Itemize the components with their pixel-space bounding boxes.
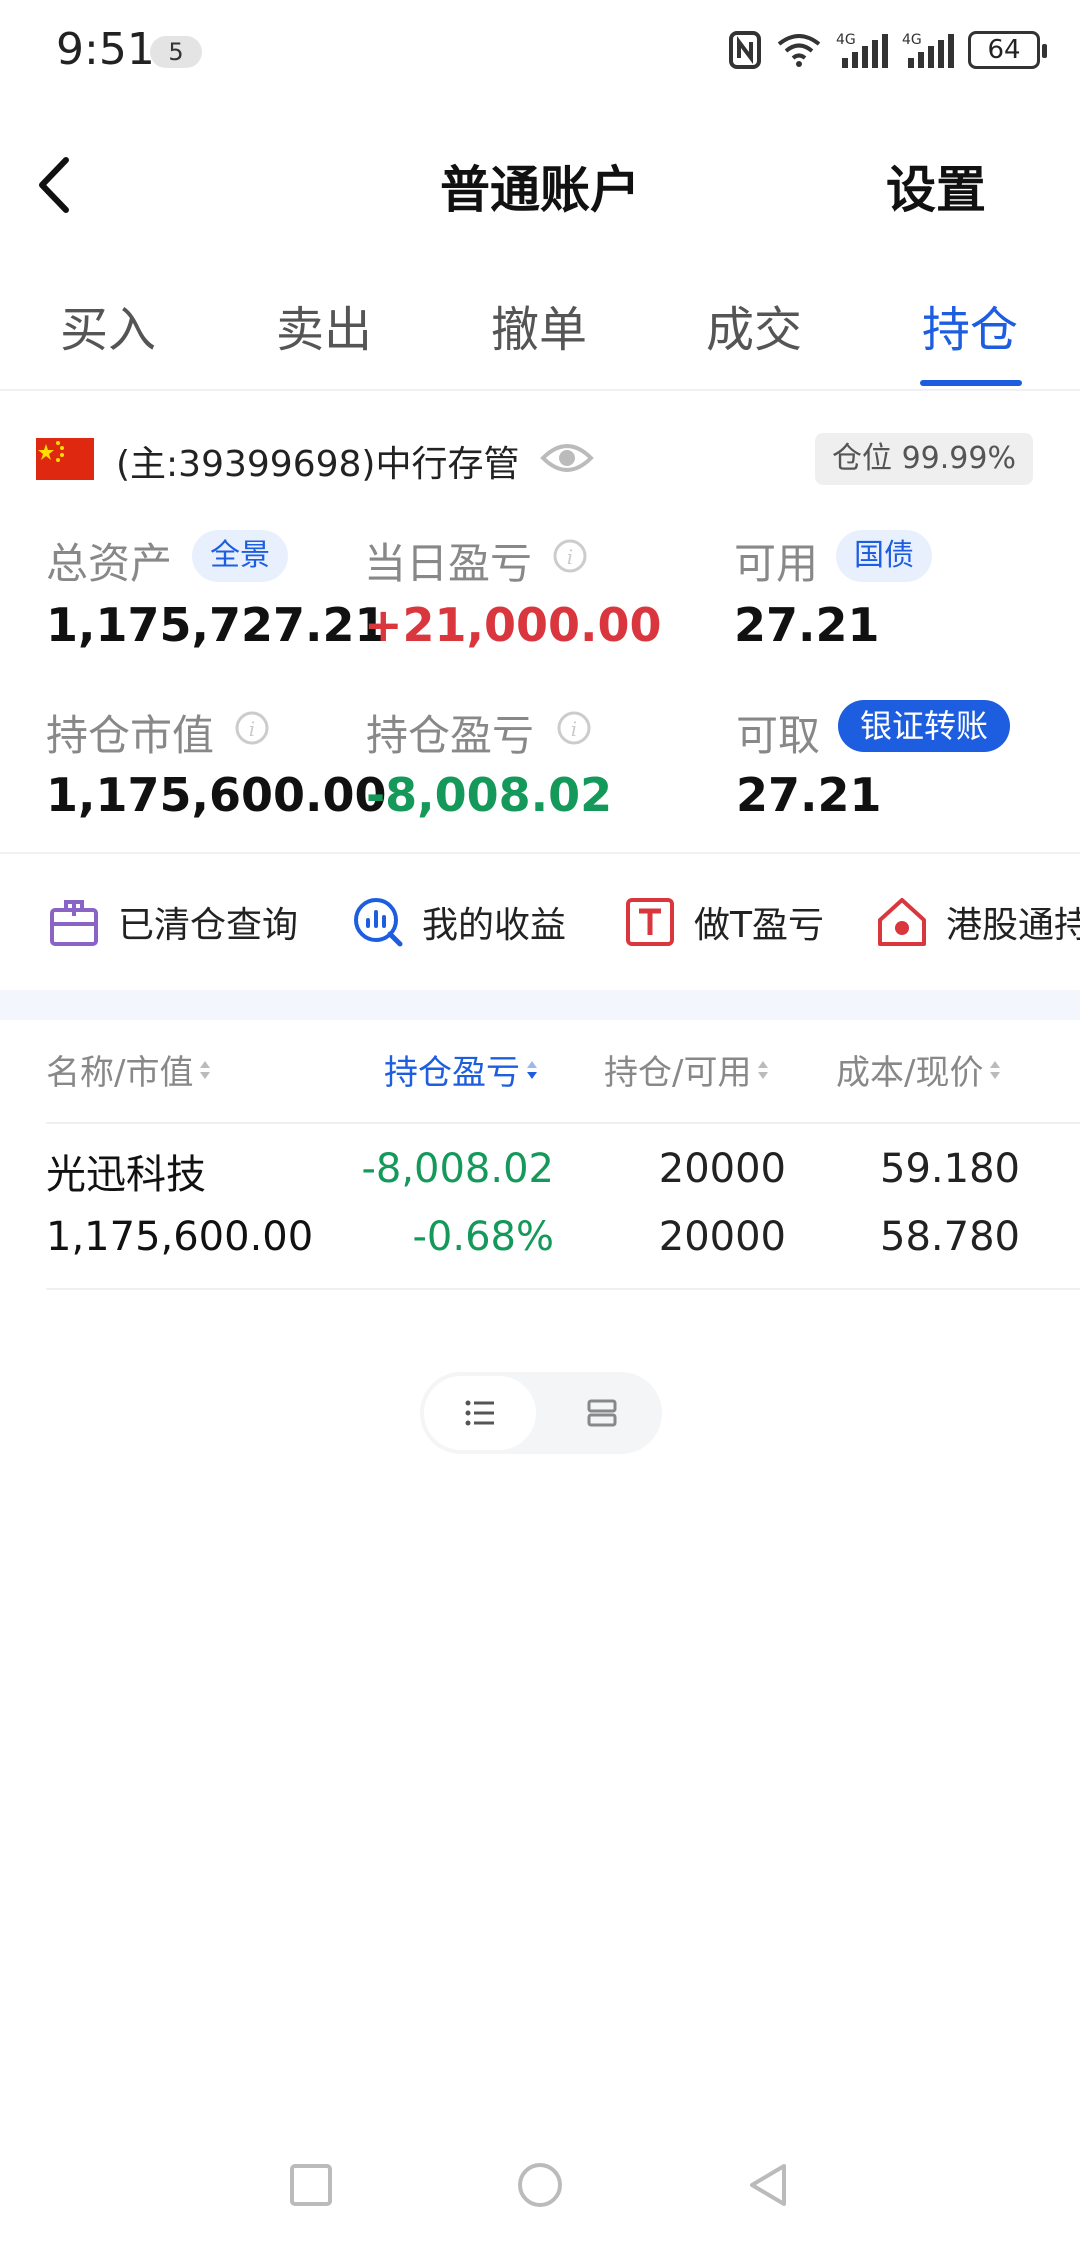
active-tab-indicator	[920, 380, 1022, 386]
tool-label: 港股通持	[946, 905, 1080, 946]
column-header-holding[interactable]: 持仓/可用	[604, 1045, 771, 1094]
svg-text:i: i	[567, 545, 573, 569]
home-icon[interactable]	[515, 2160, 565, 2210]
svg-text:i: i	[249, 717, 255, 741]
hk-home-icon	[878, 898, 926, 946]
sort-icon	[990, 1060, 1001, 1079]
tool-label: 已清仓查询	[118, 905, 299, 946]
stock-available: 20000	[658, 1214, 786, 1260]
sort-icon	[200, 1060, 211, 1079]
divider	[46, 1288, 1080, 1290]
market-value-value: 1,175,600.00	[46, 768, 387, 822]
tab-deals[interactable]: 成交	[706, 290, 802, 360]
battery-icon: 64	[968, 31, 1047, 69]
tab-positions[interactable]: 持仓	[922, 290, 1018, 360]
back-nav-icon[interactable]	[744, 2160, 794, 2210]
position-ratio-badge: 仓位 99.99%	[815, 433, 1033, 485]
sort-icon	[758, 1060, 769, 1079]
treasury-bond-button[interactable]: 国债	[836, 530, 932, 582]
stock-pnl-percent: -0.68%	[412, 1214, 554, 1260]
earnings-chart-icon	[354, 898, 403, 947]
total-assets-value: 1,175,727.21	[46, 598, 387, 652]
nfc-icon	[729, 31, 761, 69]
battery-level: 64	[987, 35, 1021, 65]
list-view-icon[interactable]	[464, 1397, 496, 1429]
status-time: 9:51	[56, 24, 155, 75]
stock-name: 光迅科技	[46, 1152, 206, 1198]
sort-desc-icon	[527, 1060, 537, 1079]
trade-tabs: 买入 卖出 撤单 成交 持仓	[0, 290, 1080, 390]
card-view-icon[interactable]	[586, 1397, 618, 1429]
svg-text:4G: 4G	[902, 32, 922, 48]
svg-text:4G: 4G	[836, 32, 856, 48]
column-header-pnl[interactable]: 持仓盈亏	[384, 1045, 540, 1094]
briefcase-icon	[50, 900, 98, 946]
withdrawable-value: 27.21	[736, 768, 882, 822]
svg-text:i: i	[571, 717, 577, 741]
signal-4g-icon: 4G	[902, 32, 954, 68]
total-assets-label: 总资产	[46, 539, 173, 588]
my-earnings-button[interactable]: 我的收益	[352, 890, 566, 954]
info-icon[interactable]: i	[234, 710, 270, 746]
position-pnl-label: 持仓盈亏	[366, 711, 535, 760]
notification-count-badge: 5	[150, 36, 202, 68]
info-icon[interactable]: i	[556, 710, 592, 746]
column-header-cost[interactable]: 成本/现价	[836, 1045, 1003, 1094]
overview-button[interactable]: 全景	[192, 530, 288, 582]
tab-cancel-order[interactable]: 撤单	[491, 290, 587, 360]
status-icons: 4G 4G 64	[728, 26, 1047, 74]
t-square-icon	[626, 898, 674, 946]
available-label: 可用	[734, 539, 819, 588]
table-row[interactable]: 光迅科技 1,175,600.00 -8,008.02 -0.68% 20000…	[0, 1124, 1080, 1288]
cleared-positions-query-button[interactable]: 已清仓查询	[48, 890, 298, 954]
stock-price: 58.780	[880, 1214, 1020, 1260]
stock-cost: 59.180	[880, 1146, 1020, 1192]
stock-holding: 20000	[658, 1146, 786, 1192]
china-flag-icon	[36, 438, 94, 480]
day-trade-pnl-button[interactable]: 做T盈亏	[624, 890, 824, 954]
daily-pnl-label: 当日盈亏	[364, 539, 533, 588]
settings-button[interactable]: 设置	[886, 150, 986, 222]
wifi-icon	[777, 34, 821, 67]
divider	[0, 852, 1080, 854]
stock-market-value: 1,175,600.00	[46, 1214, 314, 1260]
tab-sell[interactable]: 卖出	[276, 290, 372, 360]
eye-icon[interactable]	[540, 436, 594, 480]
tool-label: 做T盈亏	[694, 905, 824, 946]
market-value-label: 持仓市值	[46, 711, 215, 760]
column-header-name[interactable]: 名称/市值	[46, 1045, 213, 1094]
info-icon[interactable]: i	[552, 538, 588, 574]
divider	[0, 389, 1080, 391]
hk-connect-holdings-button[interactable]: 港股通持	[876, 890, 1080, 954]
withdrawable-label: 可取	[736, 711, 821, 760]
position-pnl-value: -8,008.02	[366, 768, 613, 822]
signal-4g-icon: 4G	[836, 32, 888, 68]
account-label[interactable]: (主:39399698)中行存管	[116, 435, 519, 487]
tool-label: 我的收益	[422, 905, 567, 946]
daily-pnl-value: +21,000.00	[364, 598, 662, 652]
available-value: 27.21	[734, 598, 880, 652]
view-mode-toggle[interactable]	[420, 1372, 662, 1454]
recent-apps-icon[interactable]	[286, 2160, 336, 2210]
section-gap	[0, 990, 1080, 1020]
stock-pnl: -8,008.02	[361, 1146, 554, 1192]
tab-buy[interactable]: 买入	[60, 290, 156, 360]
bank-transfer-button[interactable]: 银证转账	[838, 700, 1011, 752]
